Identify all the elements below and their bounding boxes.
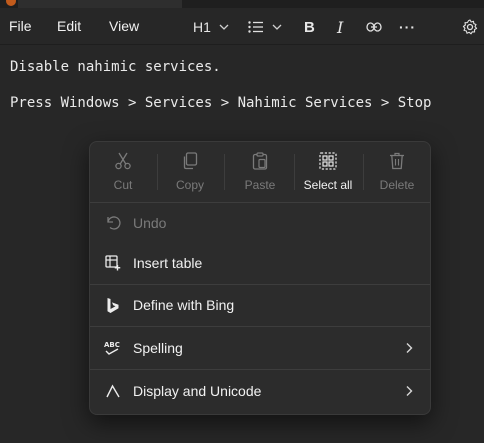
svg-text:ABC: ABC bbox=[104, 341, 120, 349]
list-dropdown[interactable] bbox=[248, 16, 282, 38]
copy-icon bbox=[183, 152, 198, 170]
cut-button[interactable]: Cut bbox=[90, 150, 156, 196]
trash-icon bbox=[390, 152, 404, 170]
undo-menu-item[interactable]: Undo bbox=[90, 203, 430, 243]
display-and-unicode-label: Display and Unicode bbox=[133, 383, 262, 399]
more-icon: ··· bbox=[399, 19, 416, 35]
menu-edit[interactable]: Edit bbox=[57, 18, 81, 34]
undo-icon bbox=[107, 216, 121, 230]
app-icon bbox=[6, 0, 16, 6]
link-icon bbox=[366, 22, 382, 32]
cut-label: Cut bbox=[113, 178, 133, 192]
menu-file[interactable]: File bbox=[9, 18, 32, 34]
more-button[interactable]: ··· bbox=[399, 16, 416, 38]
paste-button[interactable]: Paste bbox=[227, 150, 293, 196]
scissors-icon bbox=[115, 152, 131, 170]
delete-button[interactable]: Delete bbox=[364, 150, 430, 196]
select-all-icon bbox=[319, 152, 337, 170]
delete-label: Delete bbox=[379, 178, 415, 192]
link-button[interactable] bbox=[366, 16, 382, 38]
bulleted-list-icon bbox=[248, 21, 263, 33]
spelling-label: Spelling bbox=[133, 340, 183, 356]
chevron-down-icon bbox=[272, 24, 282, 30]
bing-icon bbox=[107, 297, 119, 313]
insert-table-label: Insert table bbox=[133, 255, 203, 271]
quick-actions-bar: Cut Copy Paste Select all Delete bbox=[90, 142, 430, 202]
lambda-icon bbox=[106, 384, 120, 398]
editor-line: Disable nahimic services. bbox=[10, 59, 221, 75]
title-strip bbox=[0, 0, 484, 8]
paste-label: Paste bbox=[244, 178, 276, 192]
chevron-right-icon bbox=[406, 343, 413, 353]
heading-dropdown[interactable]: H1 bbox=[193, 16, 229, 38]
chevron-right-icon bbox=[406, 386, 413, 396]
spelling-menu-item[interactable]: ABC Spelling bbox=[90, 328, 430, 368]
paste-icon bbox=[252, 152, 268, 170]
insert-table-menu-item[interactable]: Insert table bbox=[90, 243, 430, 283]
italic-button[interactable]: I bbox=[337, 16, 343, 38]
document-tab[interactable] bbox=[18, 0, 182, 8]
separator bbox=[224, 154, 225, 190]
bold-icon: B bbox=[304, 18, 315, 36]
heading-label: H1 bbox=[193, 19, 211, 35]
editor-line: Press Windows > Services > Nahimic Servi… bbox=[10, 95, 432, 111]
abc-check-icon: ABC bbox=[104, 341, 120, 355]
display-and-unicode-menu-item[interactable]: Display and Unicode bbox=[90, 371, 430, 411]
select-all-button[interactable]: Select all bbox=[295, 150, 361, 196]
select-all-label: Select all bbox=[303, 178, 353, 192]
context-menu: Cut Copy Paste Select all Delete Undo In… bbox=[89, 141, 431, 415]
chevron-down-icon bbox=[219, 24, 229, 30]
bold-button[interactable]: B bbox=[304, 16, 315, 38]
menu-bar: File Edit View H1 B I ··· bbox=[0, 8, 484, 45]
undo-label: Undo bbox=[133, 215, 167, 231]
separator bbox=[90, 326, 430, 327]
define-with-bing-menu-item[interactable]: Define with Bing bbox=[90, 285, 430, 325]
italic-icon: I bbox=[337, 17, 344, 37]
gear-icon bbox=[462, 19, 478, 35]
settings-button[interactable] bbox=[462, 16, 478, 38]
table-icon bbox=[105, 255, 121, 271]
copy-label: Copy bbox=[175, 178, 204, 192]
separator bbox=[90, 369, 430, 370]
menu-view[interactable]: View bbox=[109, 18, 139, 34]
copy-button[interactable]: Copy bbox=[157, 150, 223, 196]
define-with-bing-label: Define with Bing bbox=[133, 297, 235, 313]
